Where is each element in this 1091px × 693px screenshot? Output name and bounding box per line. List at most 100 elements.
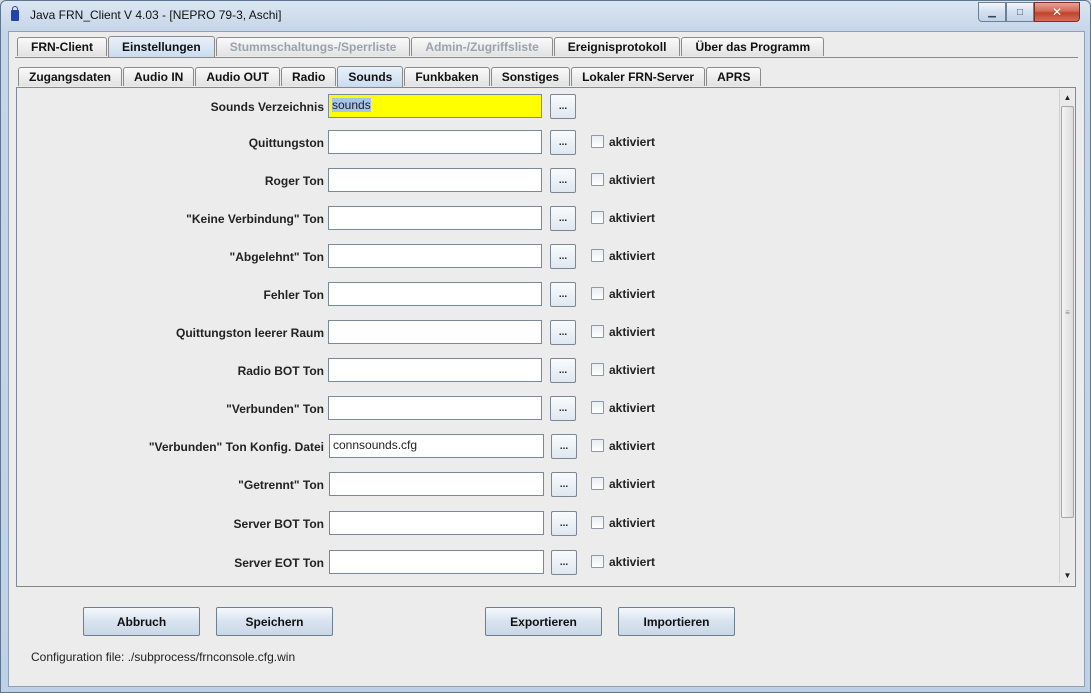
aktiviert-checkbox[interactable] [591, 477, 604, 490]
title-bar[interactable]: Java FRN_Client V 4.03 - [NEPRO 79-3, As… [1, 1, 1090, 29]
sound-file-input[interactable] [328, 396, 542, 420]
speichern-button[interactable]: Speichern [216, 607, 333, 636]
subtab-audio-in[interactable]: Audio IN [123, 67, 195, 86]
tab-admin-zugriffsliste: Admin-/Zugriffsliste [411, 37, 553, 56]
setting-row: Server BOT Ton... aktiviert [17, 511, 1057, 537]
subtab-audio-out[interactable]: Audio OUT [195, 67, 280, 86]
checkbox-label: aktiviert [609, 249, 656, 263]
setting-row: Radio BOT Ton... aktiviert [17, 358, 1057, 384]
browse-button[interactable]: ... [551, 472, 577, 497]
setting-label: "Abgelehnt" Ton [229, 250, 324, 264]
sound-file-input[interactable] [328, 358, 542, 382]
tab-ereignisprotokoll[interactable]: Ereignisprotokoll [553, 37, 681, 56]
maximize-button[interactable]: □ [1006, 2, 1034, 22]
setting-label: "Verbunden" Ton Konfig. Datei [148, 440, 324, 454]
close-button[interactable]: ✕ [1034, 2, 1080, 22]
browse-button[interactable]: ... [550, 94, 576, 119]
browse-button[interactable]: ... [550, 320, 576, 345]
aktiviert-checkbox[interactable] [591, 363, 604, 376]
setting-row: Roger Ton... aktiviert [17, 168, 1057, 194]
setting-label: Roger Ton [264, 174, 324, 188]
checkbox-label: aktiviert [609, 211, 656, 225]
browse-button[interactable]: ... [550, 396, 576, 421]
setting-row: "Verbunden" Ton Konfig. Datei connsounds.… [17, 434, 1057, 460]
sound-file-input[interactable] [328, 244, 542, 268]
sound-file-input[interactable] [328, 130, 542, 154]
setting-row: "Verbunden" Ton... aktiviert [17, 396, 1057, 422]
minimize-button[interactable]: ▁ [978, 2, 1006, 22]
sounds-settings-panel: ▲ ≡ ▼ Sounds Verzeichnis sounds... Quittun… [16, 87, 1076, 587]
aktiviert-checkbox[interactable] [591, 211, 604, 224]
browse-button[interactable]: ... [550, 168, 576, 193]
config-file-label: Configuration file: ./subprocess/frncons… [31, 650, 296, 664]
client-area: FRN-Client Einstellungen Stummschaltungs-/… [8, 31, 1085, 687]
setting-label: Fehler Ton [263, 288, 324, 302]
setting-label: Quittungston [248, 136, 324, 150]
app-window: Java FRN_Client V 4.03 - [NEPRO 79-3, As… [0, 0, 1091, 693]
checkbox-label: aktiviert [609, 555, 656, 569]
aktiviert-checkbox[interactable] [591, 325, 604, 338]
subtab-sonstiges[interactable]: Sonstiges [490, 67, 571, 86]
java-app-icon [11, 6, 19, 21]
aktiviert-checkbox[interactable] [591, 439, 604, 452]
aktiviert-checkbox[interactable] [591, 401, 604, 414]
browse-button[interactable]: ... [551, 434, 577, 459]
setting-row: "Keine Verbindung" Ton... aktiviert [17, 206, 1057, 232]
subtab-sounds[interactable]: Sounds [337, 66, 404, 87]
browse-button[interactable]: ... [551, 511, 577, 536]
tab-über-das-programm[interactable]: Über das Programm [681, 37, 825, 56]
scroll-down-icon[interactable]: ▼ [1061, 568, 1074, 582]
scrollbar-thumb[interactable]: ≡ [1061, 106, 1074, 518]
sound-file-input[interactable]: sounds [328, 94, 542, 118]
sound-file-input[interactable] [329, 511, 544, 535]
scroll-up-icon[interactable]: ▲ [1061, 90, 1074, 104]
setting-row: "Getrennt" Ton... aktiviert [17, 472, 1057, 498]
browse-button[interactable]: ... [550, 282, 576, 307]
sound-file-input[interactable] [329, 472, 544, 496]
browse-button[interactable]: ... [551, 550, 577, 575]
checkbox-label: aktiviert [609, 401, 656, 415]
tab-frn-client[interactable]: FRN-Client [17, 37, 107, 56]
subtab-radio[interactable]: Radio [281, 67, 337, 86]
sound-file-input[interactable] [328, 320, 542, 344]
tab-einstellungen[interactable]: Einstellungen [108, 36, 215, 57]
tab-stummschaltungs-sperrliste: Stummschaltungs-/Sperrliste [215, 37, 411, 56]
browse-button[interactable]: ... [550, 358, 576, 383]
window-title: Java FRN_Client V 4.03 - [NEPRO 79-3, As… [30, 8, 282, 22]
checkbox-label: aktiviert [609, 477, 656, 491]
browse-button[interactable]: ... [550, 206, 576, 231]
browse-button[interactable]: ... [550, 130, 576, 155]
aktiviert-checkbox[interactable] [591, 173, 604, 186]
setting-label: Server BOT Ton [233, 517, 324, 531]
aktiviert-checkbox[interactable] [591, 287, 604, 300]
subtab-funkbaken[interactable]: Funkbaken [404, 67, 490, 86]
vertical-scrollbar[interactable]: ▲ ≡ ▼ [1059, 89, 1074, 583]
sound-file-input[interactable] [329, 550, 544, 574]
sound-file-input[interactable] [328, 206, 542, 230]
importieren-button[interactable]: Importieren [618, 607, 735, 636]
sound-file-input[interactable]: connsounds.cfg [329, 434, 544, 458]
checkbox-label: aktiviert [609, 325, 656, 339]
main-tab-bar: FRN-Client Einstellungen Stummschaltungs-/… [17, 36, 825, 58]
browse-button[interactable]: ... [550, 244, 576, 269]
setting-label: Radio BOT Ton [237, 364, 324, 378]
checkbox-label: aktiviert [609, 135, 656, 149]
exportieren-button[interactable]: Exportieren [485, 607, 602, 636]
setting-row: Quittungston... aktiviert [17, 130, 1057, 156]
checkbox-label: aktiviert [609, 516, 656, 530]
sound-file-input[interactable] [328, 282, 542, 306]
checkbox-label: aktiviert [609, 363, 656, 377]
checkbox-label: aktiviert [609, 439, 656, 453]
subtab-lokaler-frn-server[interactable]: Lokaler FRN-Server [571, 67, 706, 86]
setting-row: Quittungston leerer Raum... aktiviert [17, 320, 1057, 346]
aktiviert-checkbox[interactable] [591, 516, 604, 529]
abbruch-button[interactable]: Abbruch [83, 607, 200, 636]
window-controls: ▁ □ ✕ [978, 2, 1080, 22]
subtab-aprs[interactable]: APRS [706, 67, 762, 86]
sound-file-input[interactable] [328, 168, 542, 192]
aktiviert-checkbox[interactable] [591, 555, 604, 568]
subtab-zugangsdaten[interactable]: Zugangsdaten [18, 67, 123, 86]
aktiviert-checkbox[interactable] [591, 249, 604, 262]
setting-label: Server EOT Ton [234, 556, 324, 570]
aktiviert-checkbox[interactable] [591, 135, 604, 148]
